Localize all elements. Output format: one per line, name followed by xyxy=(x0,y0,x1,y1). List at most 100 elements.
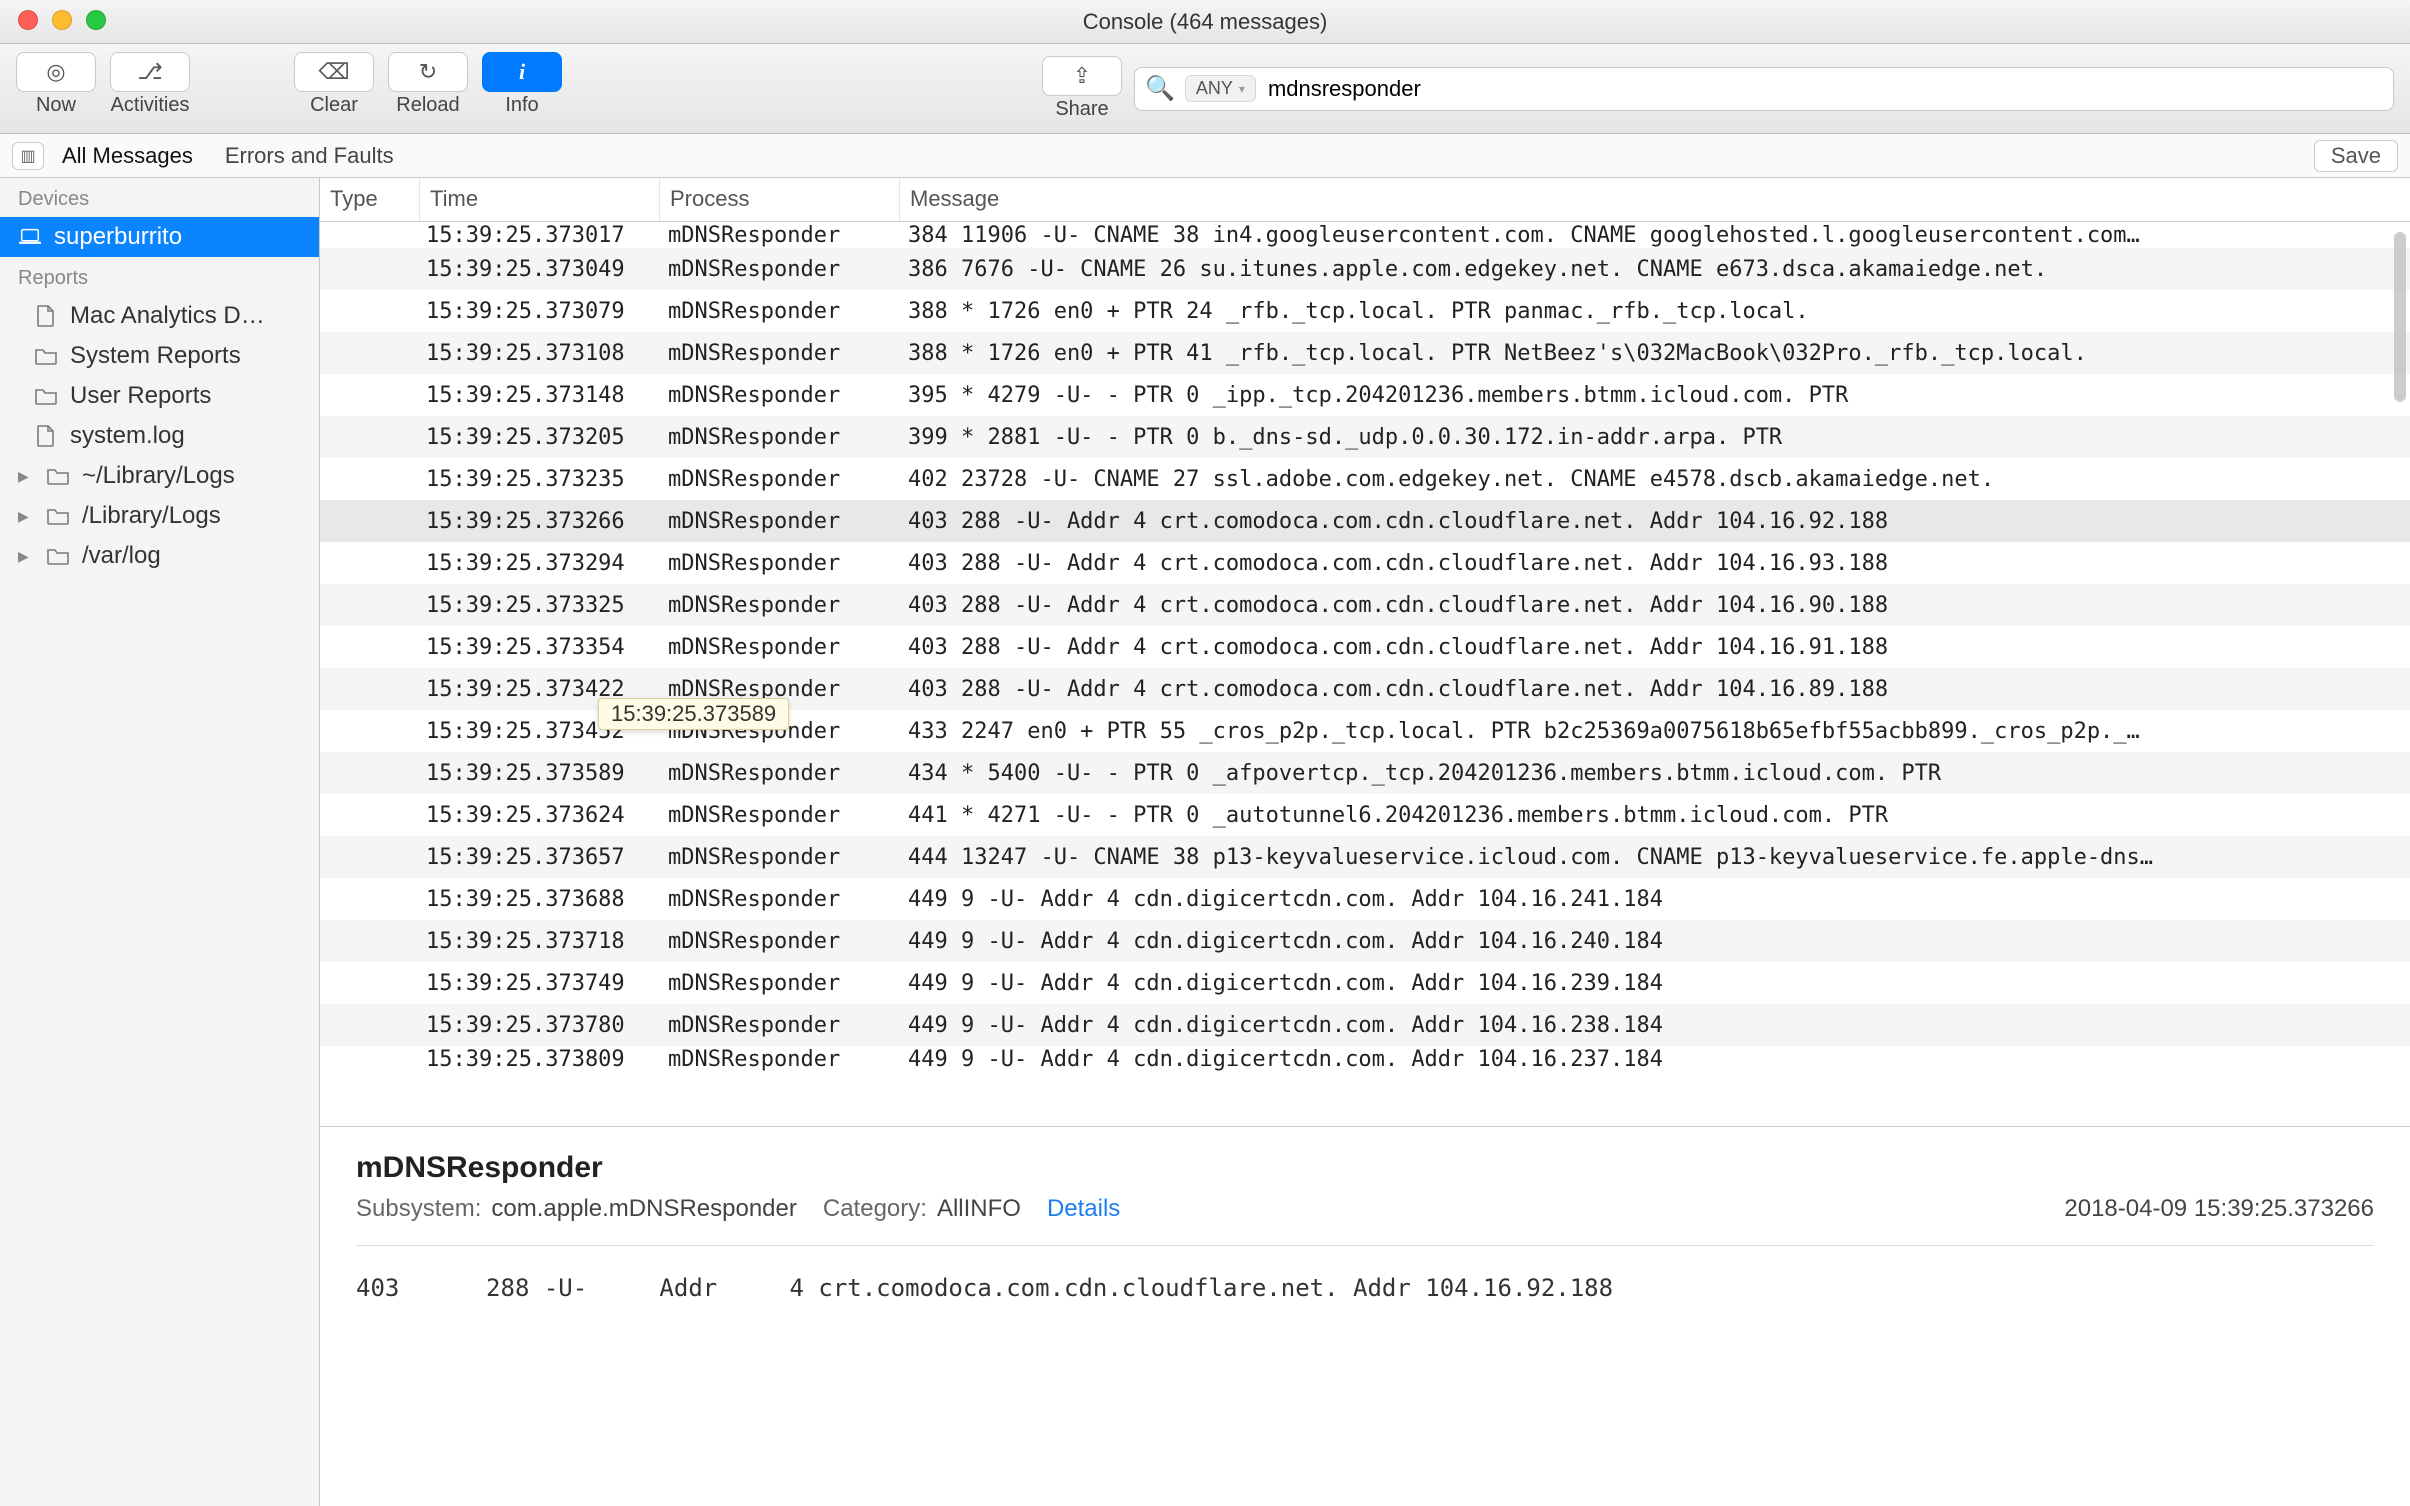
target-icon: ◎ xyxy=(46,59,65,85)
table-header: Type Time Process Message xyxy=(320,178,2410,222)
filter-errors-faults[interactable]: Errors and Faults xyxy=(211,139,408,173)
cell-process: mDNSResponder xyxy=(660,223,900,248)
cell-time: 15:39:25.373780 xyxy=(420,1013,660,1038)
table-row[interactable]: 15:39:25.373325mDNSResponder403 288 -U- … xyxy=(320,584,2410,626)
document-icon xyxy=(34,425,58,447)
folder-icon xyxy=(46,507,70,525)
activities-button[interactable]: ⎇ xyxy=(110,52,190,92)
cell-message: 449 9 -U- Addr 4 cdn.digicertcdn.com. Ad… xyxy=(900,1047,2410,1072)
window-title: Console (464 messages) xyxy=(0,9,2410,35)
col-type[interactable]: Type xyxy=(320,178,420,221)
sidebar-item-label: System Reports xyxy=(70,342,241,370)
cell-process: mDNSResponder xyxy=(660,971,900,996)
cell-process: mDNSResponder xyxy=(660,299,900,324)
table-row[interactable]: 15:39:25.373657mDNSResponder444 13247 -U… xyxy=(320,836,2410,878)
cell-time: 15:39:25.373148 xyxy=(420,383,660,408)
table-row[interactable]: 15:39:25.373354mDNSResponder403 288 -U- … xyxy=(320,626,2410,668)
cell-time: 15:39:25.373017 xyxy=(420,223,660,248)
disclosure-triangle-icon[interactable]: ▶ xyxy=(18,508,34,525)
search-scope-label: ANY xyxy=(1196,78,1233,99)
search-field-container[interactable]: 🔍 ANY ▾ xyxy=(1134,67,2394,111)
cell-process: mDNSResponder xyxy=(660,1047,900,1072)
cell-message: 449 9 -U- Addr 4 cdn.digicertcdn.com. Ad… xyxy=(900,929,2410,954)
disclosure-triangle-icon[interactable]: ▶ xyxy=(18,468,34,485)
info-icon: i xyxy=(519,59,525,85)
zoom-window-button[interactable] xyxy=(86,10,106,30)
sidebar-report-item[interactable]: system.log xyxy=(0,416,319,456)
search-input[interactable] xyxy=(1266,75,2383,103)
sidebar-report-item[interactable]: User Reports xyxy=(0,376,319,416)
cell-process: mDNSResponder xyxy=(660,425,900,450)
cell-process: mDNSResponder xyxy=(660,1013,900,1038)
cell-process: mDNSResponder xyxy=(660,887,900,912)
table-row[interactable]: 15:39:25.373235mDNSResponder402 23728 -U… xyxy=(320,458,2410,500)
cell-process: mDNSResponder xyxy=(660,929,900,954)
cell-process: mDNSResponder xyxy=(660,803,900,828)
table-row[interactable]: 15:39:25.373148mDNSResponder395 * 4279 -… xyxy=(320,374,2410,416)
sidebar-report-item[interactable]: System Reports xyxy=(0,336,319,376)
activities-icon: ⎇ xyxy=(137,59,162,85)
disclosure-triangle-icon[interactable]: ▶ xyxy=(18,548,34,565)
save-button[interactable]: Save xyxy=(2314,140,2398,172)
reload-button[interactable]: ↻ xyxy=(388,52,468,92)
main-split: Devices superburrito Reports Mac Analyti… xyxy=(0,178,2410,1506)
detail-details-link[interactable]: Details xyxy=(1047,1195,1120,1223)
table-row[interactable]: 15:39:25.373624mDNSResponder441 * 4271 -… xyxy=(320,794,2410,836)
cell-time: 15:39:25.373688 xyxy=(420,887,660,912)
sidebar-toggle-button[interactable]: ▥ xyxy=(12,142,44,170)
table-row[interactable]: 15:39:25.373266mDNSResponder403 288 -U- … xyxy=(320,500,2410,542)
table-row[interactable]: 15:39:25.373108mDNSResponder388 * 1726 e… xyxy=(320,332,2410,374)
document-icon xyxy=(34,305,58,327)
sidebar-log-folder[interactable]: ▶~/Library/Logs xyxy=(0,456,319,496)
reload-icon: ↻ xyxy=(419,59,437,85)
col-message[interactable]: Message xyxy=(900,178,2410,221)
table-row[interactable]: 15:39:25.373749mDNSResponder449 9 -U- Ad… xyxy=(320,962,2410,1004)
table-row[interactable]: 15:39:25.373809mDNSResponder449 9 -U- Ad… xyxy=(320,1046,2410,1072)
cell-time: 15:39:25.373718 xyxy=(420,929,660,954)
cell-process: mDNSResponder xyxy=(660,635,900,660)
scrollbar-thumb[interactable] xyxy=(2394,232,2406,402)
sidebar-log-folder[interactable]: ▶/Library/Logs xyxy=(0,496,319,536)
clear-button[interactable]: ⌫ xyxy=(294,52,374,92)
sidebar-device-item[interactable]: superburrito xyxy=(0,217,319,257)
detail-category-label: Category: xyxy=(823,1195,927,1223)
detail-pane: mDNSResponder Subsystem: com.apple.mDNSR… xyxy=(320,1126,2410,1506)
search-scope-any[interactable]: ANY ▾ xyxy=(1185,75,1256,102)
sidebar-devices-header: Devices xyxy=(0,178,319,217)
cell-message: 395 * 4279 -U- - PTR 0 _ipp._tcp.2042012… xyxy=(900,383,2410,408)
table-row[interactable]: 15:39:25.373049mDNSResponder386 7676 -U-… xyxy=(320,248,2410,290)
close-window-button[interactable] xyxy=(18,10,38,30)
info-button[interactable]: i xyxy=(482,52,562,92)
table-row[interactable]: 15:39:25.373780mDNSResponder449 9 -U- Ad… xyxy=(320,1004,2410,1046)
table-row[interactable]: 15:39:25.373294mDNSResponder403 288 -U- … xyxy=(320,542,2410,584)
titlebar: Console (464 messages) xyxy=(0,0,2410,44)
filter-all-messages[interactable]: All Messages xyxy=(48,139,207,173)
laptop-icon xyxy=(18,228,42,246)
traffic-lights xyxy=(18,10,106,30)
table-row[interactable]: 15:39:25.373589mDNSResponder434 * 5400 -… xyxy=(320,752,2410,794)
table-row[interactable]: 15:39:25.373718mDNSResponder449 9 -U- Ad… xyxy=(320,920,2410,962)
activities-label: Activities xyxy=(111,94,190,117)
share-button[interactable]: ⇪ xyxy=(1042,56,1122,96)
detail-subsystem: com.apple.mDNSResponder xyxy=(491,1195,796,1223)
col-process[interactable]: Process xyxy=(660,178,900,221)
now-button[interactable]: ◎ xyxy=(16,52,96,92)
cell-message: 449 9 -U- Addr 4 cdn.digicertcdn.com. Ad… xyxy=(900,971,2410,996)
share-icon: ⇪ xyxy=(1073,63,1091,89)
cell-message: 433 2247 en0 + PTR 55 _cros_p2p._tcp.loc… xyxy=(900,719,2410,744)
cell-time: 15:39:25.373266 xyxy=(420,509,660,534)
col-time[interactable]: Time xyxy=(420,178,660,221)
sidebar-log-folder[interactable]: ▶/var/log xyxy=(0,536,319,576)
table-row[interactable]: 15:39:25.373079mDNSResponder388 * 1726 e… xyxy=(320,290,2410,332)
table-row[interactable]: 15:39:25.373017mDNSResponder384 11906 -U… xyxy=(320,222,2410,248)
table-row[interactable]: 15:39:25.373688mDNSResponder449 9 -U- Ad… xyxy=(320,878,2410,920)
cell-time: 15:39:25.373809 xyxy=(420,1047,660,1072)
table-row[interactable]: 15:39:25.373205mDNSResponder399 * 2881 -… xyxy=(320,416,2410,458)
sidebar-report-item[interactable]: Mac Analytics D… xyxy=(0,296,319,336)
sidebar-device-label: superburrito xyxy=(54,223,182,251)
cell-process: mDNSResponder xyxy=(660,257,900,282)
cell-message: 449 9 -U- Addr 4 cdn.digicertcdn.com. Ad… xyxy=(900,1013,2410,1038)
minimize-window-button[interactable] xyxy=(52,10,72,30)
cell-message: 403 288 -U- Addr 4 crt.comodoca.com.cdn.… xyxy=(900,635,2410,660)
log-table[interactable]: 15:39:25.373017mDNSResponder384 11906 -U… xyxy=(320,222,2410,1126)
